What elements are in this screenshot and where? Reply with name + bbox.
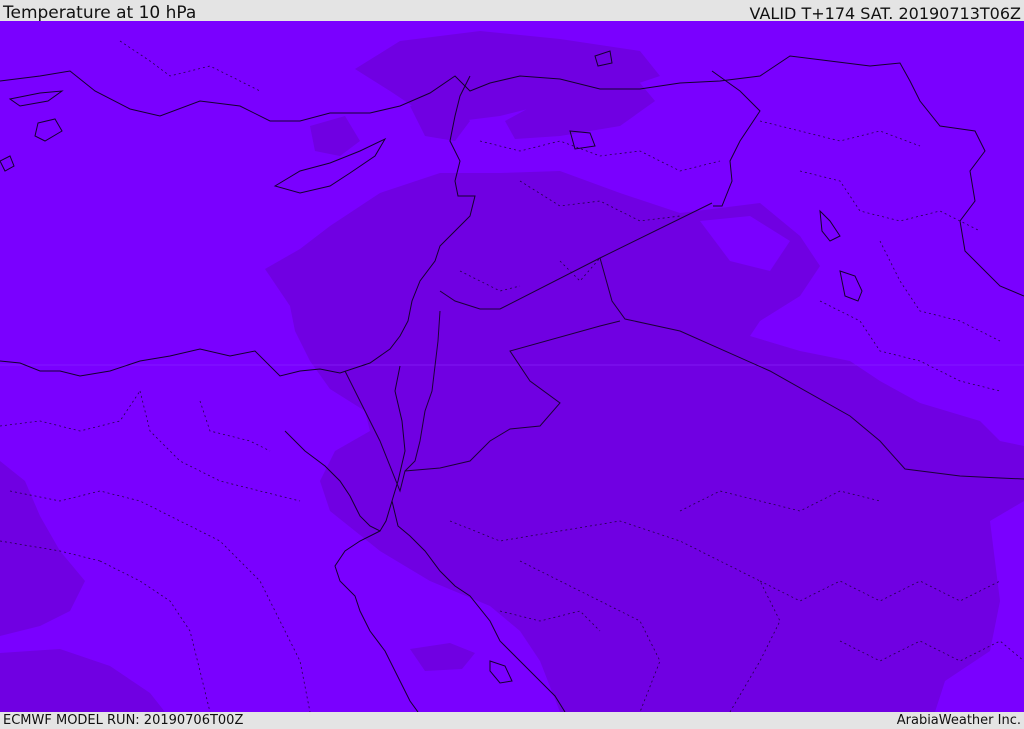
credit-label: ArabiaWeather Inc. — [896, 713, 1021, 728]
top-bar: Temperature at 10 hPa VALID T+174 SAT. 2… — [0, 0, 1024, 23]
bottom-bar: ECMWF MODEL RUN: 20190706T00Z ArabiaWeat… — [0, 712, 1024, 729]
weather-map — [0, 21, 1024, 712]
map-title: Temperature at 10 hPa — [3, 3, 197, 23]
model-run-label: ECMWF MODEL RUN: 20190706T00Z — [3, 713, 244, 728]
